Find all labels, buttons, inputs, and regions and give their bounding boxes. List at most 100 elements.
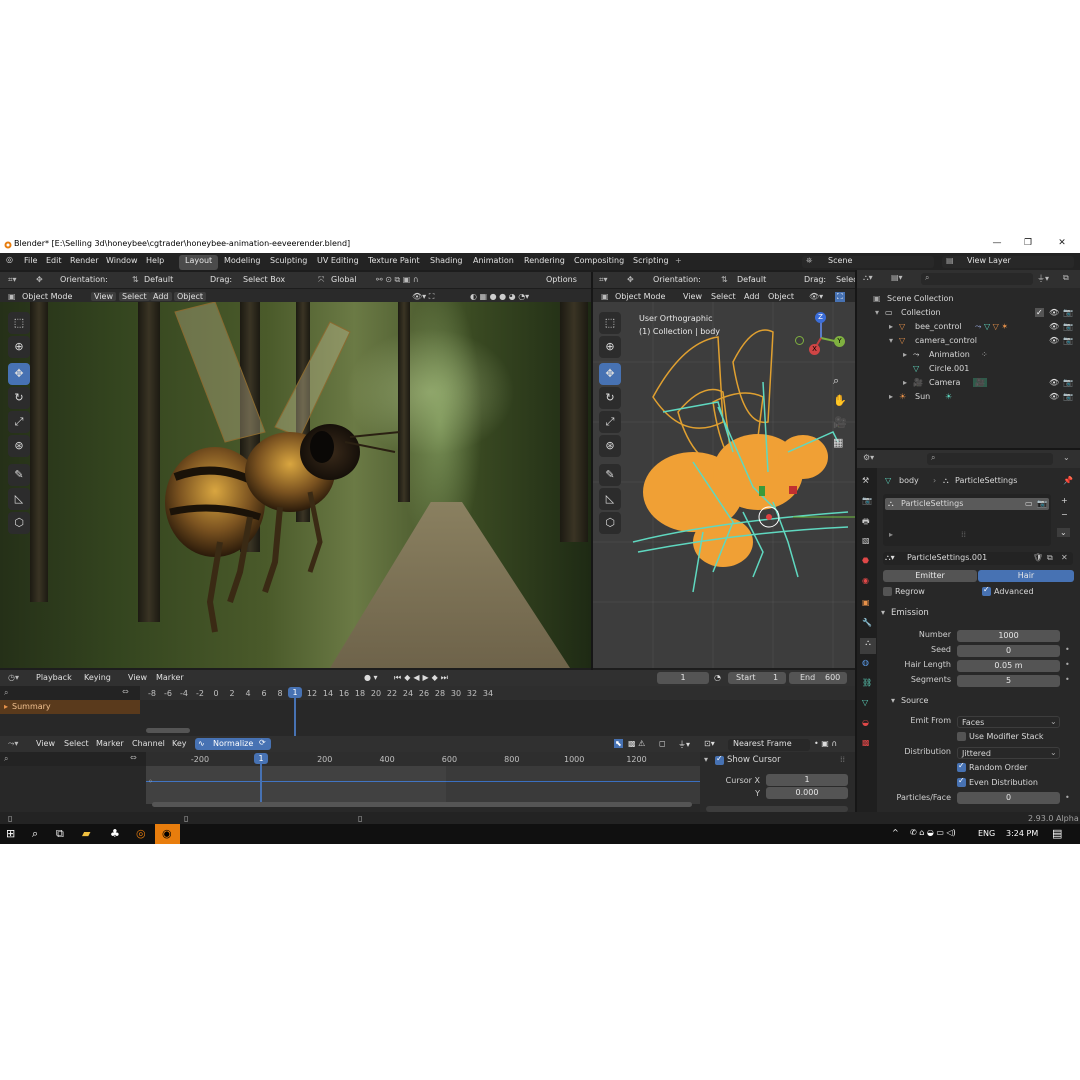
eye-icon[interactable]: 👁 — [1049, 308, 1059, 317]
physics-tab-icon[interactable]: ◍ — [862, 658, 869, 667]
outliner-row-scene-collection[interactable]: ▣ Scene Collection — [857, 292, 1080, 306]
view-filter-icon[interactable]: ◻ — [659, 739, 666, 748]
zoom-icon[interactable]: ⌕ — [833, 374, 839, 388]
rotate-tool-icon[interactable]: ↻ — [599, 387, 621, 409]
keyframe-dot-icon[interactable]: • — [1065, 675, 1070, 684]
keyframe-dot-icon[interactable]: • — [1065, 645, 1070, 654]
select-tool-icon[interactable]: ⬚ — [599, 312, 621, 334]
menu-help[interactable]: Help — [146, 256, 164, 265]
duplicate-icon[interactable]: ⧉ — [1047, 553, 1053, 563]
modifier-tab-icon[interactable]: 🔧 — [862, 618, 872, 627]
pivot-icon[interactable]: ⊡▾ — [704, 739, 715, 748]
emit-from-dropdown[interactable]: Faces ⌄ — [957, 716, 1060, 728]
task-view-icon[interactable]: ⧉ — [56, 827, 64, 841]
distribution-dropdown[interactable]: Jittered ⌄ — [957, 747, 1060, 759]
render-camera-icon[interactable]: 📷 — [1063, 336, 1073, 345]
eye-icon[interactable]: 👁 — [1049, 322, 1059, 331]
menu-object[interactable]: Object — [174, 292, 207, 301]
menu-object[interactable]: Object — [768, 292, 794, 301]
filter-icon[interactable]: ⏚▾ — [678, 739, 690, 750]
segments-field[interactable]: 5 — [957, 675, 1060, 687]
number-field[interactable]: 1000 — [957, 630, 1060, 642]
tab-rendering[interactable]: Rendering — [518, 255, 571, 270]
proportional-icon[interactable]: • ▣ ∩ — [814, 739, 837, 748]
particles-per-face-field[interactable]: 0 — [957, 792, 1060, 804]
close-button[interactable]: ✕ — [1055, 238, 1069, 250]
timeline-scrollbar[interactable] — [146, 728, 190, 733]
pin-icon[interactable]: 📌 — [1063, 476, 1073, 485]
type-hair-button[interactable]: Hair — [978, 570, 1074, 582]
menu-select[interactable]: Select — [64, 739, 89, 748]
navigation-gizmo[interactable]: Z Y X — [793, 308, 849, 364]
outliner-row-circle[interactable]: ▽ Circle.001 — [857, 362, 1080, 376]
grid-view-icon[interactable]: ▦ — [833, 436, 843, 449]
fake-user-icon[interactable]: 🛡 — [1033, 553, 1043, 562]
pan-hand-icon[interactable]: ✋ — [833, 394, 847, 407]
render-camera-icon[interactable]: 📷 — [1063, 322, 1073, 331]
outliner-row-sun[interactable]: ▸ ☀ Sun ☀ 👁 📷 — [857, 390, 1080, 404]
language-indicator[interactable]: ENG — [978, 829, 995, 838]
type-emitter-button[interactable]: Emitter — [883, 570, 977, 582]
menu-marker[interactable]: Marker — [96, 739, 124, 748]
file-explorer-icon[interactable]: ▰ — [82, 827, 90, 840]
gizmo-x-axis[interactable]: X — [809, 344, 820, 355]
list-expand-icon[interactable]: ▸ — [889, 530, 893, 539]
menu-render[interactable]: Render — [70, 256, 98, 265]
settings-name-field[interactable]: ParticleSettings.001 — [907, 553, 987, 562]
mode-dropdown[interactable]: Object Mode — [22, 292, 72, 301]
tab-compositing[interactable]: Compositing — [568, 255, 630, 270]
gizmo-neg-y[interactable] — [795, 336, 804, 345]
ghost-icon[interactable]: ▩ ⚠ — [628, 739, 645, 748]
list-item[interactable]: ⛬ ParticleSettings ▭ 📷 — [885, 498, 1049, 510]
transform-orientation-dropdown[interactable]: Global — [331, 275, 357, 284]
playback-controls[interactable]: ⏮◆◀▶◆⏭ — [394, 673, 451, 683]
move-tool-icon[interactable]: ✥ — [599, 363, 621, 385]
annotate-tool-icon[interactable]: ✎ — [599, 464, 621, 486]
new-collection-icon[interactable]: ⧉ — [1063, 273, 1069, 283]
outliner-row-collection[interactable]: ▾ ▭ Collection ✓ 👁 📷 — [857, 306, 1080, 320]
graph-search[interactable]: ⌕ ⇔ — [0, 752, 146, 766]
app-icon[interactable]: ♣ — [110, 827, 120, 840]
swap-icon[interactable]: ⇔ — [130, 753, 137, 762]
seed-field[interactable]: 0 — [957, 645, 1060, 657]
swap-icon[interactable]: ⇔ — [122, 687, 129, 696]
emission-panel-header[interactable]: Emission — [891, 608, 929, 618]
graph-canvas[interactable]: ◦ — [146, 766, 700, 804]
menu-file[interactable]: File — [24, 256, 37, 265]
particles-tab-icon[interactable]: ⛬ — [860, 638, 876, 654]
menu-window[interactable]: Window — [106, 256, 138, 265]
graph-scrollbar[interactable] — [152, 802, 692, 807]
constraints-tab-icon[interactable]: ⛓ — [862, 678, 872, 687]
show-cursor-checkbox[interactable] — [715, 754, 724, 765]
menu-view[interactable]: View — [91, 292, 116, 301]
outliner-row-camera[interactable]: ▸ 🎥 Camera 🎥 👁 📷 — [857, 376, 1080, 390]
record-button[interactable]: ● ▾ — [364, 673, 378, 682]
data-tab-icon[interactable]: ▽ — [862, 698, 868, 707]
select-tool-icon[interactable]: ⬚ — [8, 312, 30, 334]
hair-length-field[interactable]: 0.05 m — [957, 660, 1060, 672]
add-workspace-button[interactable]: + — [675, 256, 682, 265]
menu-playback[interactable]: Playback — [36, 673, 72, 682]
tab-sculpting[interactable]: Sculpting — [264, 255, 313, 270]
world-tab-icon[interactable]: ◉ — [862, 576, 869, 585]
list-resize-handle[interactable]: ⁞⁞ — [961, 530, 966, 539]
rotate-tool-icon[interactable]: ↻ — [8, 387, 30, 409]
even-distribution-checkbox[interactable] — [957, 776, 966, 787]
orientation-dropdown[interactable]: Default — [144, 275, 173, 284]
menu-select[interactable]: Select — [119, 292, 150, 301]
transform-tool-icon[interactable]: ⊛ — [8, 435, 30, 457]
windows-start-icon[interactable]: ⊞ — [6, 827, 15, 840]
remove-slot-button[interactable]: − — [1061, 510, 1068, 519]
menu-edit[interactable]: Edit — [46, 256, 62, 265]
outliner-search-field[interactable] — [921, 273, 1033, 285]
source-panel-header[interactable]: Source — [901, 696, 928, 705]
graph-ruler[interactable]: -200 200 400 600 800 1000 1200 — [146, 752, 700, 766]
properties-search-field[interactable] — [927, 453, 1053, 465]
outliner-row-camera-control[interactable]: ▾ ▽ camera_control 👁 📷 — [857, 334, 1080, 348]
clock[interactable]: 3:24 PM — [1006, 829, 1038, 838]
summary-channel[interactable]: ▸ Summary — [0, 700, 140, 714]
eye-icon[interactable]: 👁 — [1049, 392, 1059, 401]
scene-selector[interactable] — [802, 256, 934, 268]
render-toggle-icon[interactable]: 📷 — [1037, 499, 1047, 508]
filter-icon[interactable]: ⏚▾ — [1037, 273, 1049, 284]
